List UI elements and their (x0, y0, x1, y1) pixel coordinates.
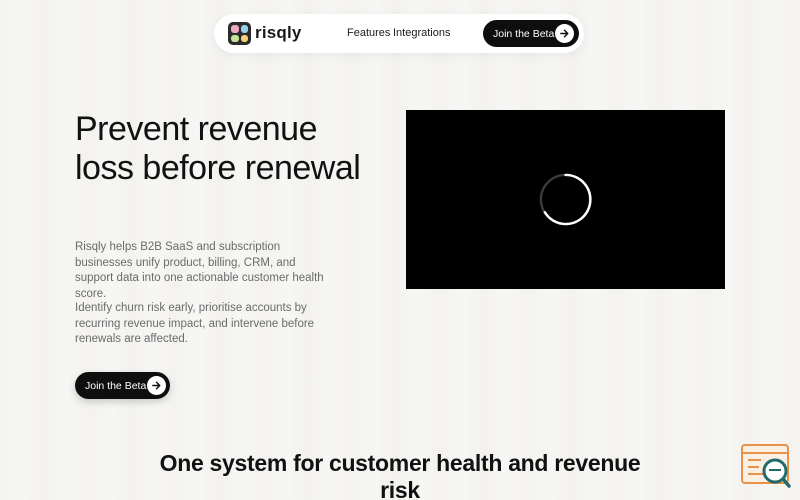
nav-join-beta-button[interactable]: Join the Beta (483, 20, 579, 47)
brand-name[interactable]: risqly (255, 23, 302, 43)
nav-link-integrations[interactable]: Integrations (393, 27, 450, 39)
arrow-right-icon (147, 376, 166, 395)
brand-logo-icon[interactable] (228, 22, 251, 45)
arrow-right-icon (555, 24, 574, 43)
hero-title: Prevent revenue loss before renewal (75, 110, 361, 187)
hero-description-secondary: Identify churn risk early, prioritise ac… (75, 302, 315, 345)
nav-join-beta-label: Join the Beta (493, 27, 555, 40)
hero-join-beta-button[interactable]: Join the Beta (75, 372, 170, 399)
hero-description-primary: Risqly helps B2B SaaS and subscription b… (75, 241, 324, 300)
loading-spinner-icon (539, 173, 592, 226)
nav-link-features[interactable]: Features (347, 27, 390, 39)
demo-video-player[interactable] (406, 110, 725, 289)
section-title: One system for customer health and reven… (159, 450, 641, 500)
hero-join-beta-label: Join the Beta (85, 379, 147, 392)
feedback-search-badge-icon[interactable] (741, 444, 791, 489)
top-navigation: risqly Features Integrations Join the Be… (214, 14, 584, 53)
